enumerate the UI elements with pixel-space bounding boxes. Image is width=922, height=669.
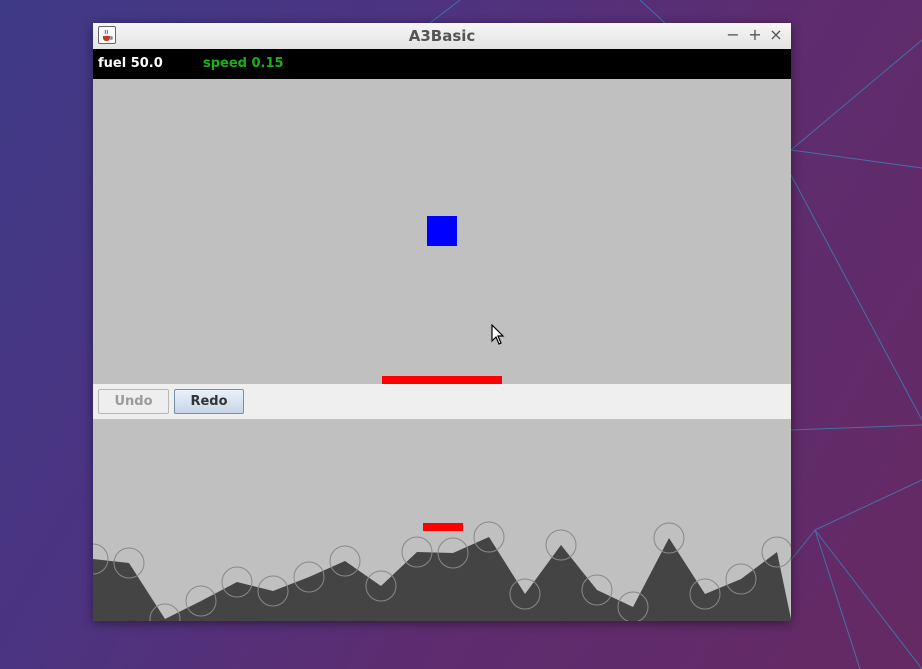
landing-pad xyxy=(382,376,502,384)
terrain-editor-canvas[interactable] xyxy=(93,419,791,621)
app-window: A3Basic − + × fuel 50.0 speed 0.15 Undo … xyxy=(93,23,791,621)
minimize-button[interactable]: − xyxy=(724,26,742,44)
title-bar[interactable]: A3Basic − + × xyxy=(93,23,791,50)
game-canvas[interactable] xyxy=(93,79,791,384)
window-title: A3Basic xyxy=(408,27,476,45)
lander-ship xyxy=(427,216,457,246)
terrain-svg[interactable] xyxy=(93,419,791,621)
status-bar: fuel 50.0 speed 0.15 xyxy=(93,49,791,79)
fuel-readout: fuel 50.0 xyxy=(98,56,163,71)
undo-button[interactable]: Undo xyxy=(98,389,169,414)
close-button[interactable]: × xyxy=(767,26,785,44)
mouse-pointer-icon xyxy=(491,323,505,350)
undo-redo-toolbar: Undo Redo xyxy=(93,384,791,419)
speed-readout: speed 0.15 xyxy=(203,56,284,71)
map-landing-pad[interactable] xyxy=(423,523,463,531)
terrain-shape xyxy=(93,537,791,621)
redo-button[interactable]: Redo xyxy=(174,389,244,414)
maximize-button[interactable]: + xyxy=(746,26,764,44)
